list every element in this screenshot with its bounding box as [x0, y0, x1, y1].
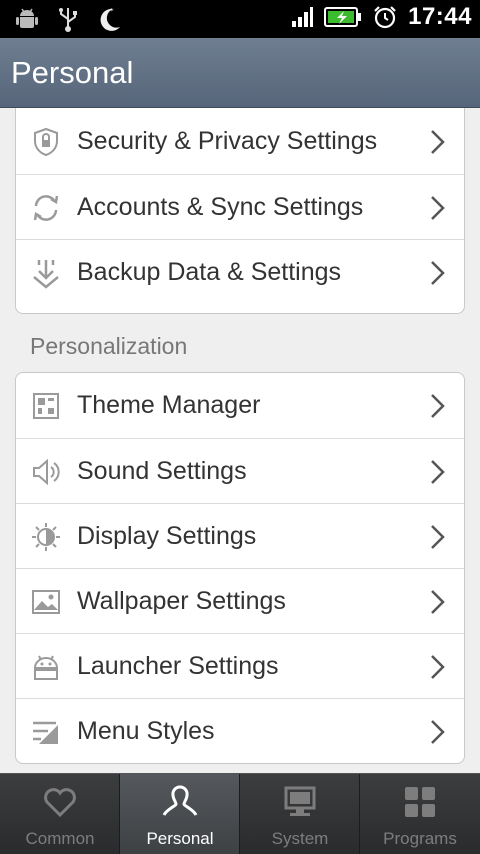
night-mode-icon: * — [100, 7, 120, 31]
list-item-label: Security & Privacy Settings — [77, 127, 378, 155]
settings-list[interactable]: Security & Privacy Settings Accounts & S… — [0, 108, 480, 773]
status-time: 17:44 — [408, 3, 472, 30]
grid-icon — [405, 787, 435, 817]
chevron-right-icon — [431, 130, 445, 154]
list-item-label: Accounts & Sync Settings — [77, 193, 364, 221]
list-item-backup[interactable]: Backup Data & Settings — [16, 239, 464, 304]
chevron-right-icon — [431, 196, 445, 220]
alarm-icon — [374, 6, 396, 29]
svg-text:*: * — [110, 7, 114, 15]
list-item-label: Launcher Settings — [77, 652, 279, 680]
list-item-label: Theme Manager — [77, 391, 261, 419]
list-item-label: Display Settings — [77, 522, 257, 550]
tab-label: Personal — [146, 829, 214, 848]
backup-icon — [33, 260, 59, 289]
page-title: Personal — [11, 55, 134, 90]
brightness-icon — [32, 523, 60, 551]
list-item-launcher-settings[interactable]: Launcher Settings — [16, 633, 464, 698]
battery-charging-icon — [324, 7, 362, 27]
tab-label: Programs — [383, 829, 457, 848]
chevron-right-icon — [431, 720, 445, 744]
list-item-wallpaper-settings[interactable]: Wallpaper Settings — [16, 568, 464, 633]
signal-icon — [292, 7, 314, 27]
list-item-menu-styles[interactable]: Menu Styles — [16, 698, 464, 763]
chevron-right-icon — [431, 590, 445, 614]
android-icon — [33, 655, 59, 680]
android-debug-icon — [16, 8, 38, 28]
list-item-label: Menu Styles — [77, 717, 215, 745]
list-item-sound-settings[interactable]: Sound Settings — [16, 438, 464, 503]
heart-icon — [44, 788, 76, 818]
person-icon — [162, 785, 198, 816]
settings-group-security: Security & Privacy Settings Accounts & S… — [15, 108, 465, 314]
chevron-right-icon — [431, 460, 445, 484]
speaker-icon — [33, 458, 60, 486]
picture-icon — [32, 590, 60, 614]
tab-programs[interactable]: Programs — [360, 774, 480, 854]
status-bar: * 17:44 — [0, 0, 480, 38]
chevron-right-icon — [431, 261, 445, 285]
list-item-theme-manager[interactable]: Theme Manager — [16, 373, 464, 438]
tab-personal[interactable]: Personal — [120, 774, 240, 854]
list-item-security-privacy[interactable]: Security & Privacy Settings — [16, 109, 464, 174]
section-heading-personalization: Personalization — [30, 333, 188, 359]
tab-system[interactable]: System — [240, 774, 360, 854]
menu-style-icon — [33, 721, 58, 744]
tab-label: Common — [25, 829, 95, 848]
settings-group-personalization: Theme Manager Sound Settings Display Set… — [15, 372, 465, 764]
bottom-nav: Common Personal System Programs — [0, 773, 480, 854]
title-bar: Personal — [0, 38, 480, 108]
monitor-icon — [284, 786, 316, 816]
list-item-label: Wallpaper Settings — [77, 587, 286, 615]
shield-icon — [34, 127, 58, 157]
tab-label: System — [271, 829, 329, 848]
list-item-accounts-sync[interactable]: Accounts & Sync Settings — [16, 174, 464, 239]
list-item-display-settings[interactable]: Display Settings — [16, 503, 464, 568]
theme-icon — [33, 393, 59, 419]
usb-icon — [59, 8, 77, 32]
chevron-right-icon — [431, 394, 445, 418]
tab-common[interactable]: Common — [0, 774, 120, 854]
sync-icon — [33, 195, 59, 221]
list-item-label: Sound Settings — [77, 457, 247, 485]
chevron-right-icon — [431, 655, 445, 679]
chevron-right-icon — [431, 525, 445, 549]
list-item-label: Backup Data & Settings — [77, 258, 342, 286]
